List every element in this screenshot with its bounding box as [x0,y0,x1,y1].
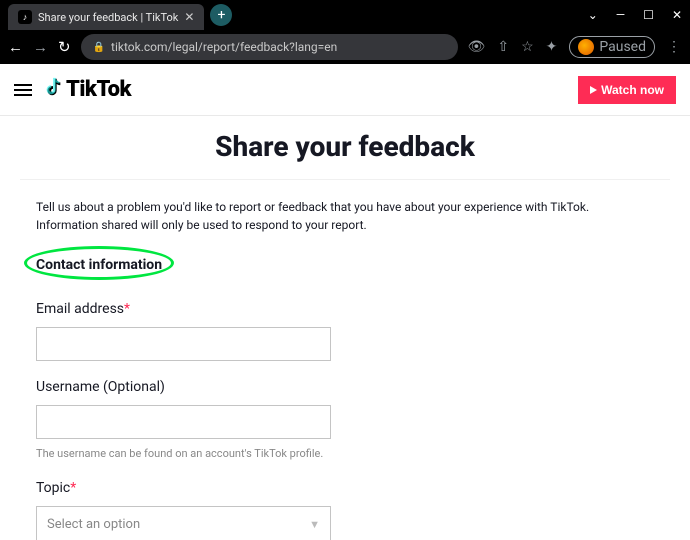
tiktok-logo[interactable]: TikTok [42,76,131,103]
reload-icon[interactable]: ↻ [58,38,71,56]
avatar [578,39,594,55]
browser-tab[interactable]: ♪ Share your feedback | TikTok ✕ [8,4,204,30]
kebab-menu-icon[interactable]: ⋮ [667,39,682,55]
page-title: Share your feedback [0,130,690,163]
watch-label: Watch now [601,83,664,97]
minimize-icon[interactable]: — [616,8,625,22]
forward-icon[interactable]: → [33,38,48,56]
url-text: tiktok.com/legal/report/feedback?lang=en [111,40,337,54]
username-label: Username (Optional) [36,379,654,395]
music-note-icon [42,76,64,103]
toolbar-right: 👁 ⇧ ☆ ✦ Paused ⋮ [468,36,682,58]
extensions-icon[interactable]: ✦ [546,39,558,55]
username-hint: The username can be found on an account'… [36,447,654,460]
site-header: TikTok Watch now [0,64,690,116]
email-label: Email address* [36,301,654,317]
close-icon[interactable]: ✕ [184,10,194,24]
section-contact-heading: Contact information [36,257,162,273]
chevron-down-icon: ▼ [309,518,320,531]
star-icon[interactable]: ☆ [521,39,534,55]
username-field[interactable] [36,405,331,439]
eye-off-icon[interactable]: 👁 [468,39,486,55]
close-window-icon[interactable]: ✕ [672,8,682,22]
topic-select[interactable]: Select an option ▼ [36,506,331,540]
new-tab-button[interactable]: + [210,4,232,26]
play-icon [590,86,597,94]
lock-icon: 🔒 [93,42,105,53]
topic-label: Topic* [36,480,654,496]
tab-title: Share your feedback | TikTok [38,11,178,24]
url-input[interactable]: 🔒 tiktok.com/legal/report/feedback?lang=… [81,34,458,60]
window-controls: ⌄ — ☐ ✕ [588,8,682,22]
hamburger-menu-icon[interactable] [14,84,32,96]
tiktok-favicon-icon: ♪ [18,10,32,24]
paused-label: Paused [599,39,646,55]
profile-paused-button[interactable]: Paused [569,36,655,58]
chevron-down-icon[interactable]: ⌄ [588,8,598,22]
page-content: TikTok Watch now Share your feedback Tel… [0,64,690,540]
main-content: Share your feedback Tell us about a prob… [0,116,690,540]
feedback-form: Tell us about a problem you'd like to re… [20,179,670,540]
share-icon[interactable]: ⇧ [497,39,509,55]
intro-text: Tell us about a problem you'd like to re… [36,198,654,234]
email-field[interactable] [36,327,331,361]
watch-now-button[interactable]: Watch now [578,76,676,104]
back-icon[interactable]: ← [8,38,23,56]
browser-titlebar: ♪ Share your feedback | TikTok ✕ + ⌄ — ☐… [0,0,690,30]
tab-strip: ♪ Share your feedback | TikTok ✕ + [8,0,232,30]
maximize-icon[interactable]: ☐ [643,8,654,22]
topic-placeholder: Select an option [47,517,140,532]
address-bar: ← → ↻ 🔒 tiktok.com/legal/report/feedback… [0,30,690,64]
brand-text: TikTok [66,77,131,102]
